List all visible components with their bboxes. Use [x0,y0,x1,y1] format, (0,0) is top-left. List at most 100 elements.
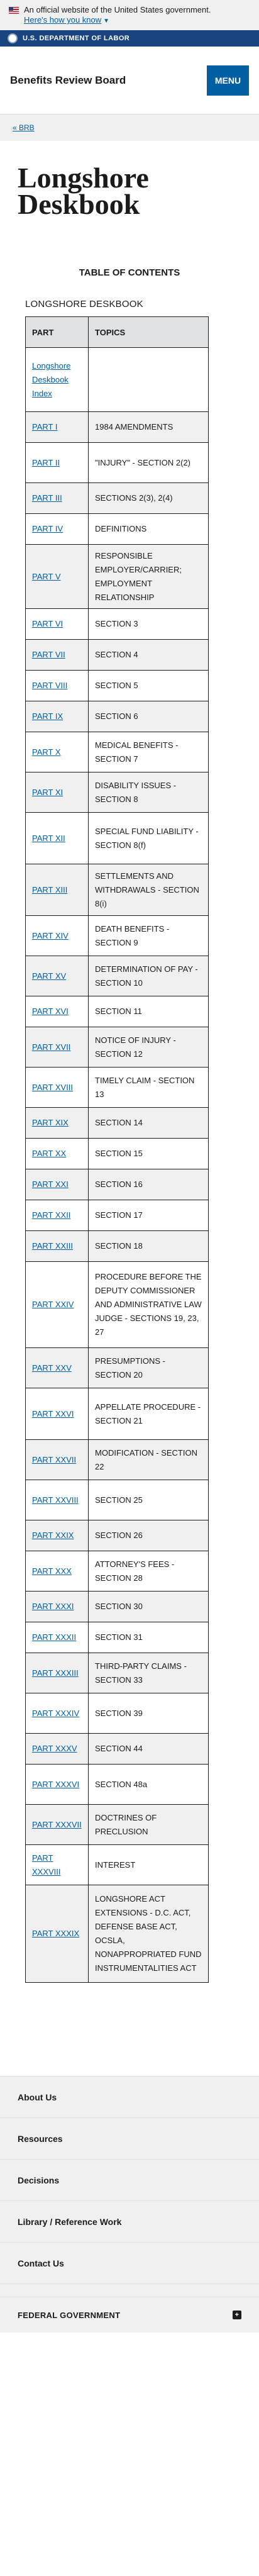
toc-part-link[interactable]: PART XV [32,971,66,981]
toc-part-link[interactable]: Longshore Deskbook Index [32,361,70,398]
toc-row: PART XXII SECTION 17 [25,1200,209,1231]
toc-part-link[interactable]: PART XXXI [32,1602,74,1611]
toc-part-cell: PART XIII [25,864,89,916]
toc-part-link[interactable]: PART XXIX [32,1531,74,1540]
site-title[interactable]: Benefits Review Board [10,74,126,87]
toc-part-link[interactable]: PART XVII [32,1042,70,1052]
footer-resources[interactable]: Resources [0,2118,259,2160]
toc-part-link[interactable]: PART XXV [32,1363,72,1373]
toc-part-cell: PART XXII [25,1200,89,1231]
toc-topic-cell: DETERMINATION OF PAY - SECTION 10 [88,956,209,996]
toc-part-link[interactable]: PART VIII [32,681,67,690]
agency-name[interactable]: U.S. DEPARTMENT OF LABOR [23,35,130,42]
footer-library-reference[interactable]: Library / Reference Work [0,2201,259,2243]
toc-topic-cell: SECTION 25 [88,1480,209,1520]
toc-part-link[interactable]: PART XXI [32,1179,69,1189]
toc-part-link[interactable]: PART XXVIII [32,1495,79,1505]
toc-row: PART III SECTIONS 2(3), 2(4) [25,482,209,514]
toc-part-link[interactable]: PART X [32,747,61,757]
toc-topic-cell: SECTION 15 [88,1138,209,1169]
toc-part-cell: PART XXXVIII [25,1844,89,1885]
toc-part-link[interactable]: PART XXXVI [32,1780,79,1789]
toc-topic-cell: SECTION 6 [88,701,209,732]
toc-part-link[interactable]: PART XXVII [32,1455,76,1464]
toc-part-link[interactable]: PART XIX [32,1118,69,1127]
toc-part-link[interactable]: PART IV [32,524,63,533]
toc-part-cell: PART XVIII [25,1067,89,1108]
toc-part-cell: PART VI [25,608,89,640]
toc-part-link[interactable]: PART VI [32,619,63,628]
toc-part-link[interactable]: PART XXVI [32,1409,74,1419]
toc-row: PART VIII SECTION 5 [25,670,209,701]
toc-part-link[interactable]: PART III [32,493,62,503]
toc-part-link[interactable]: PART XXX [32,1566,72,1576]
toc-part-link[interactable]: PART XXII [32,1210,70,1220]
toc-topic-cell: SECTION 31 [88,1622,209,1653]
toc-topic-cell [88,347,209,412]
dol-seal-icon [8,33,18,43]
toc-part-link[interactable]: PART XIII [32,885,67,895]
toc-row: PART XXIII SECTION 18 [25,1230,209,1262]
toc-part-link[interactable]: PART XXXIX [32,1929,79,1938]
toc-part-link[interactable]: PART XXXVII [32,1820,82,1829]
federal-government-toggle[interactable]: FEDERAL GOVERNMENT + [0,2297,259,2333]
toc-part-cell: PART XXXVI [25,1764,89,1805]
footer: About Us Resources Decisions Library / R… [0,2076,259,2333]
federal-government-label: FEDERAL GOVERNMENT [18,2310,121,2320]
toc-part-cell: PART VII [25,639,89,671]
toc-part-cell: PART XXXVII [25,1804,89,1845]
toc-part-cell: PART XV [25,956,89,996]
menu-button[interactable]: MENU [207,65,249,96]
toc-row: PART XXXIII THIRD-PARTY CLAIMS - SECTION … [25,1653,209,1693]
toc-row: PART XXIV PROCEDURE BEFORE THE DEPUTY COM… [25,1261,209,1348]
toc-part-link[interactable]: PART XIV [32,931,69,940]
toc-row: PART XVI SECTION 11 [25,996,209,1027]
toc-heading: TABLE OF CONTENTS [79,267,180,278]
toc-part-cell: PART I [25,411,89,443]
toc-topic-cell: MEDICAL BENEFITS - SECTION 7 [88,732,209,772]
breadcrumb-brb-link[interactable]: « BRB [13,123,35,132]
toc-part-cell: PART X [25,732,89,772]
toc-topic-cell: DISABILITY ISSUES - SECTION 8 [88,772,209,813]
footer-contact-us[interactable]: Contact Us [0,2243,259,2284]
toc-part-link[interactable]: PART XI [32,788,63,797]
toc-part-link[interactable]: PART II [32,458,60,467]
toc-part-cell: PART II [25,442,89,483]
footer-about-us[interactable]: About Us [0,2077,259,2118]
toc-part-link[interactable]: PART XXXIII [32,1668,79,1678]
toc-part-cell: PART V [25,544,89,609]
toc-part-link[interactable]: PART XXXIV [32,1709,79,1718]
toc-part-link[interactable]: PART VII [32,650,65,659]
toc-part-link[interactable]: PART I [32,422,57,432]
toc-part-link[interactable]: PART XXIII [32,1241,73,1251]
toc-part-cell: PART XXXV [25,1733,89,1765]
toc-part-link[interactable]: PART XVI [32,1006,69,1016]
toc-row: PART XVII NOTICE OF INJURY - SECTION 12 [25,1027,209,1068]
toc-part-cell: PART XIX [25,1107,89,1139]
chevron-down-icon[interactable]: ▼ [103,18,109,25]
toc-part-cell: PART XXXI [25,1591,89,1622]
toc-part-cell: PART XXXIV [25,1693,89,1734]
toc-part-link[interactable]: PART XII [32,834,65,843]
toc-row: PART IV DEFINITIONS [25,513,209,545]
toc-part-link[interactable]: PART XVIII [32,1083,73,1092]
toc-part-cell: PART VIII [25,670,89,701]
toc-part-cell: PART XVII [25,1027,89,1068]
toc-part-link[interactable]: PART XXXVIII [32,1853,61,1876]
toc-subheading: LONGSHORE DESKBOOK [25,299,143,309]
toc-part-link[interactable]: PART XXXII [32,1632,76,1642]
toc-part-cell: PART IX [25,701,89,732]
toc-topic-cell: SECTION 39 [88,1693,209,1734]
toc-row: PART XV DETERMINATION OF PAY - SECTION 10 [25,956,209,996]
footer-decisions[interactable]: Decisions [0,2160,259,2201]
toc-part-link[interactable]: PART XXXV [32,1744,77,1753]
toc-topic-cell: DEATH BENEFITS - SECTION 9 [88,915,209,956]
agency-bar[interactable]: U.S. DEPARTMENT OF LABOR [0,30,259,47]
toc-part-link[interactable]: PART XXIV [32,1300,74,1309]
toc-part-link[interactable]: PART XX [32,1149,66,1158]
toc-part-link[interactable]: PART V [32,572,61,581]
toc-body: Longshore Deskbook Index PART I 1984 AMEND… [25,347,209,1983]
heres-how-you-know-link[interactable]: Here's how you know [24,15,101,25]
plus-icon[interactable]: + [233,2311,241,2319]
toc-part-link[interactable]: PART IX [32,711,63,721]
